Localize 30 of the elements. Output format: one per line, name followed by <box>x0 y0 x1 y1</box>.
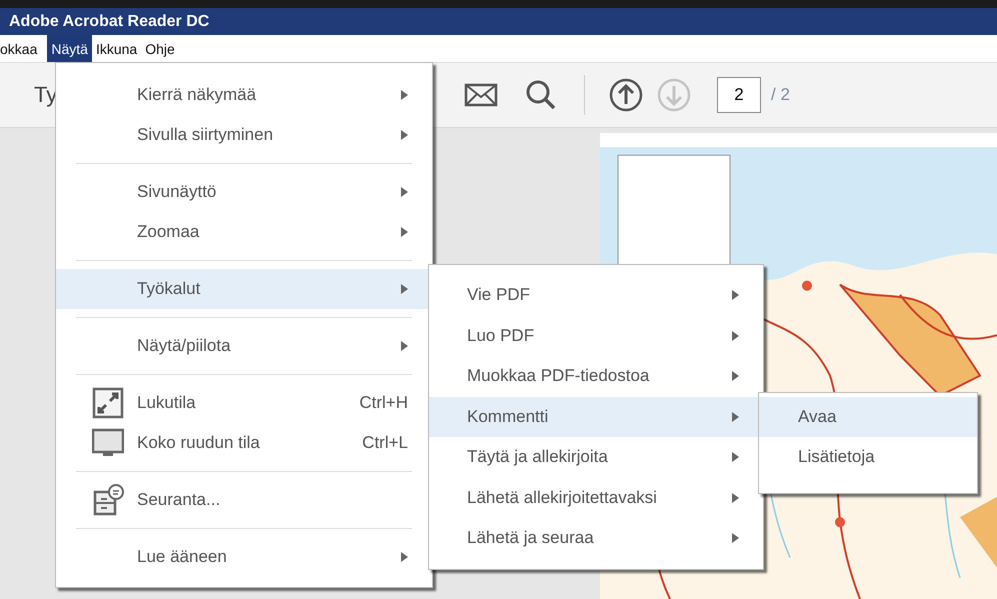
shortcut-label: Ctrl+H <box>359 393 408 413</box>
page-total: / 2 <box>771 85 790 105</box>
menu-bar-item[interactable]: Ohje <box>141 35 179 62</box>
menu-item[interactable]: Lukutila Ctrl+H <box>56 383 432 423</box>
menu-item[interactable]: Sivulla siirtyminen <box>56 115 432 155</box>
monitor-icon <box>92 427 124 459</box>
menu-item[interactable]: Lähetä ja seuraa <box>429 518 763 558</box>
menu-bar-item[interactable]: Ikkuna <box>92 35 142 62</box>
menu-item[interactable]: Näytä/piilota <box>56 326 432 366</box>
tracker-icon <box>92 484 124 516</box>
menu-item[interactable]: Vie PDF <box>429 275 763 316</box>
menu-item[interactable]: Muokkaa PDF-tiedostoa <box>429 356 763 396</box>
arrow-up-icon[interactable] <box>609 78 643 112</box>
menu-item[interactable]: Sivunäyttö <box>56 172 432 212</box>
page-number-field[interactable]: 2 <box>717 77 761 113</box>
shortcut-label: Ctrl+L <box>362 433 408 453</box>
menu-item[interactable]: Seuranta... <box>56 480 432 520</box>
menu-item[interactable]: Lue ääneen <box>56 537 432 577</box>
menu-item[interactable]: Zoomaa <box>56 212 432 252</box>
menu-item[interactable]: Lisätietoja <box>759 437 977 477</box>
menu-item[interactable]: Luo PDF <box>429 316 763 356</box>
menu-item[interactable]: Koko ruudun tila Ctrl+L <box>56 423 432 463</box>
window-title: Adobe Acrobat Reader DC <box>8 12 210 30</box>
menu-item[interactable]: Kierrä näkymää <box>56 75 432 115</box>
menu-item[interactable]: Avaa <box>759 397 977 437</box>
menu-bar-item[interactable]: okkaa <box>0 35 42 62</box>
menu-item[interactable]: Lähetä allekirjoitettavaksi <box>429 478 763 518</box>
menu-bar-item[interactable]: Näytä <box>47 35 92 62</box>
expand-icon <box>92 387 124 419</box>
search-icon[interactable] <box>524 78 558 112</box>
